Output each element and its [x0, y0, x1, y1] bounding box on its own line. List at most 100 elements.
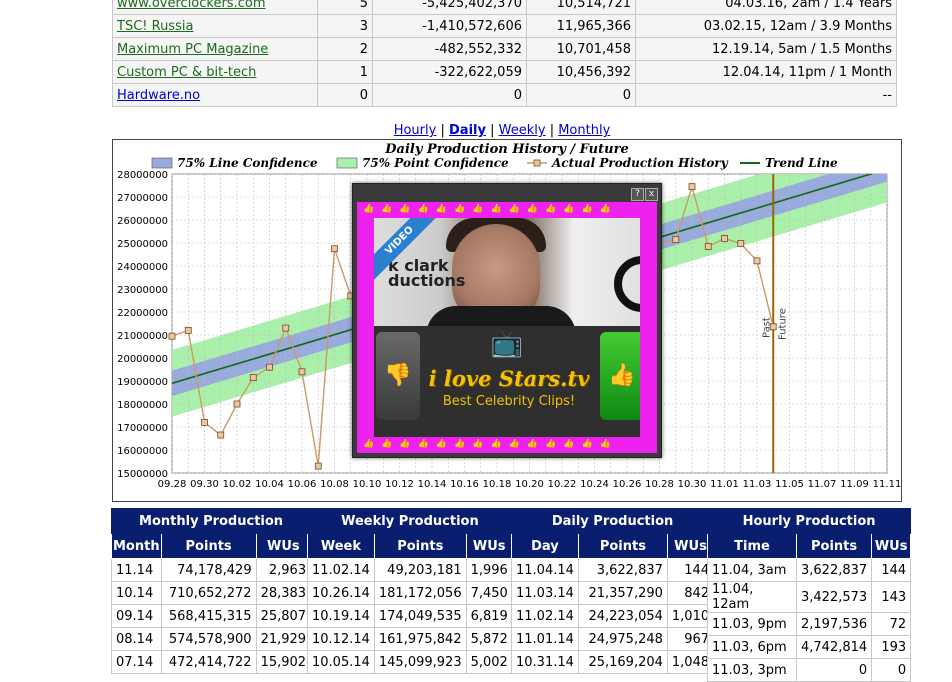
nav-monthly-link[interactable]: Monthly — [558, 123, 610, 138]
ad-brand-name[interactable]: i love Stars.tv — [424, 366, 594, 391]
team-link[interactable]: Custom PC & bit-tech — [117, 65, 256, 80]
ad-popup[interactable]: ? x 👍👍👍👍👍👍👍👍👍👍👍👍👍👍 👍👍👍👍👍👍👍👍👍👍👍👍👍👍 k clar… — [352, 183, 662, 458]
table-row: 07.14 472,414,722 15,902 — [111, 650, 312, 674]
period-cell: 11.02.14 — [511, 604, 579, 628]
nav-separator: | — [490, 123, 495, 138]
nav-hourly-link[interactable]: Hourly — [394, 123, 437, 138]
column-header: Time — [707, 533, 797, 559]
points-cell: 24,975,248 — [577, 627, 668, 651]
y-tick-label: 18000000 — [117, 400, 168, 411]
team-rank-cell: 1 — [317, 60, 373, 84]
ad-help-button[interactable]: ? — [631, 188, 644, 201]
x-tick-label: 10.28 — [645, 479, 674, 490]
x-tick-label: 10.16 — [450, 479, 479, 490]
chart-title: Daily Production History / Future — [384, 142, 628, 157]
period-cell: 11.03.14 — [511, 581, 579, 605]
y-tick-label: 26000000 — [117, 216, 168, 227]
points-cell: 3,622,837 — [577, 558, 668, 582]
wus-cell: 7,450 — [465, 581, 513, 605]
x-tick-label: 11.11 — [873, 479, 902, 490]
team-link[interactable]: Maximum PC Magazine — [117, 42, 268, 57]
history-point — [233, 400, 241, 408]
period-cell: 07.14 — [111, 650, 162, 674]
history-point — [184, 326, 192, 334]
history-point — [672, 236, 680, 243]
period-cell: 11.03, 9pm — [707, 612, 797, 636]
y-tick-label: 28000000 — [117, 170, 168, 181]
nav-daily-link[interactable]: Daily — [449, 123, 486, 138]
team-points-cell: -482,552,332 — [372, 37, 527, 61]
column-header: WUs — [255, 533, 312, 559]
x-tick-label: 11.01 — [710, 479, 739, 490]
x-tick-label: 11.03 — [743, 479, 772, 490]
x-tick-label: 10.06 — [288, 479, 317, 490]
legend-label: Trend Line — [765, 156, 838, 170]
y-tick-label: 24000000 — [117, 262, 168, 273]
team-wus-cell: 0 — [526, 83, 636, 107]
team-row: www.overclockers.com 5 -5,425,402,370 10,51… — [112, 0, 897, 15]
daily-production-table: Daily Production Day Points WUs 11.04.14 3,62… — [510, 508, 715, 674]
x-tick-label: 10.24 — [580, 479, 609, 490]
x-tick-label: 09.28 — [158, 479, 187, 490]
team-row: Hardware.no 0 0 0 -- — [112, 83, 897, 107]
team-wus-cell: 11,965,366 — [526, 14, 636, 38]
x-tick-label: 10.18 — [483, 479, 512, 490]
team-points-cell: -5,425,402,370 — [372, 0, 527, 15]
production-table-title: Weekly Production — [307, 508, 513, 534]
column-header: Points — [795, 533, 873, 559]
points-cell: 2,197,536 — [795, 612, 873, 636]
history-point — [201, 418, 208, 426]
team-date-cell: -- — [635, 83, 897, 107]
wus-cell: 25,807 — [255, 604, 312, 628]
history-point — [282, 324, 290, 332]
weekly-production-table: Weekly Production Week Points WUs 11.02.14 49… — [307, 508, 513, 674]
x-tick-label: 11.05 — [775, 479, 804, 490]
history-point — [314, 462, 322, 470]
points-cell: 49,203,181 — [373, 558, 467, 582]
ad-close-button[interactable]: x — [645, 188, 658, 201]
period-cell: 11.02.14 — [307, 558, 375, 582]
thumbs-down-button[interactable]: 👎 — [376, 332, 420, 420]
x-tick-label: 10.08 — [320, 479, 349, 490]
legend-label: 75% Point Confidence — [362, 156, 509, 170]
column-header: WUs — [871, 533, 912, 559]
period-cell: 10.12.14 — [307, 627, 375, 651]
legend-swatch — [336, 157, 358, 169]
table-row: 11.04.14 3,622,837 144 — [511, 558, 715, 582]
team-wus-cell: 10,456,392 — [526, 60, 636, 84]
points-cell: 4,742,814 — [795, 635, 873, 659]
team-date-cell: 12.19.14, 5am / 1.5 Months — [635, 37, 897, 61]
period-cell: 11.03, 6pm — [707, 635, 797, 659]
ad-content[interactable]: k clark ductions VIDEO 👎 📺 i love Stars.… — [374, 218, 640, 437]
ad-video-thumbnail[interactable]: k clark ductions VIDEO — [374, 218, 640, 326]
wus-cell: 1,996 — [465, 558, 513, 582]
table-row: 11.02.14 49,203,181 1,996 — [307, 558, 513, 582]
period-cell: 10.31.14 — [511, 650, 579, 674]
future-label: Future — [777, 308, 788, 340]
period-cell: 10.19.14 — [307, 604, 375, 628]
team-link[interactable]: Hardware.no — [117, 88, 200, 103]
team-row: Maximum PC Magazine 2 -482,552,332 10,701,4… — [112, 37, 897, 61]
team-link[interactable]: www.overclockers.com — [117, 0, 265, 11]
nav-weekly-link[interactable]: Weekly — [499, 123, 546, 138]
thumbs-up-button[interactable]: 👍 — [600, 332, 640, 420]
history-point — [704, 243, 712, 250]
wus-cell: 5,002 — [465, 650, 513, 674]
wus-cell: 15,902 — [255, 650, 312, 674]
border-thumbs-bottom: 👍👍👍👍👍👍👍👍👍👍👍👍👍👍 — [363, 439, 618, 449]
points-cell: 568,415,315 — [160, 604, 257, 628]
column-header: Points — [373, 533, 467, 559]
wus-cell: 5,872 — [465, 627, 513, 651]
production-table-title: Hourly Production — [706, 508, 912, 534]
table-row: 11.14 74,178,429 2,963 — [111, 558, 312, 582]
team-link[interactable]: TSC! Russia — [117, 19, 193, 34]
table-row: 11.03, 6pm 4,742,814 193 — [707, 635, 912, 659]
x-tick-label: 11.07 — [808, 479, 837, 490]
x-tick-label: 10.20 — [515, 479, 544, 490]
clip-logo-text: k clark ductions — [388, 256, 466, 290]
team-rank-cell: 5 — [317, 0, 373, 15]
history-point — [298, 368, 306, 376]
team-points-cell: -322,622,059 — [372, 60, 527, 84]
tv-icon: 📺 — [490, 329, 524, 359]
y-tick-label: 20000000 — [117, 354, 168, 365]
